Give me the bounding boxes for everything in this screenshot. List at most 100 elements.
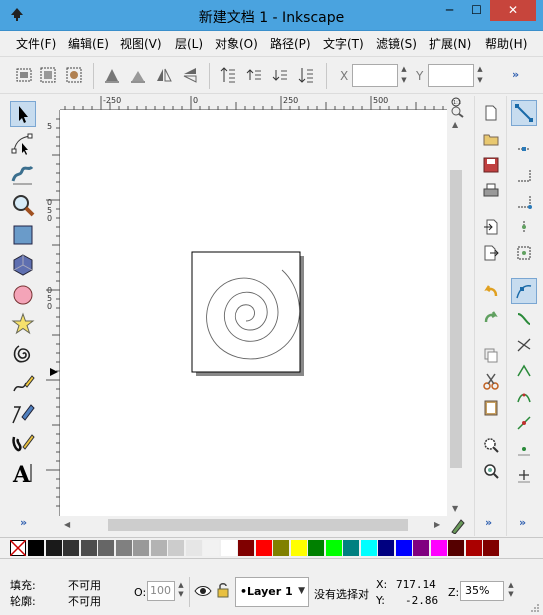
color-swatch[interactable]	[238, 540, 254, 556]
opacity-spinner[interactable]: ▲ ▼	[175, 581, 187, 601]
tweak-tool-button[interactable]	[10, 161, 36, 187]
toolbox-more-button[interactable]: »	[20, 516, 27, 529]
undo-icon[interactable]	[482, 282, 500, 300]
eye-visibility-icon[interactable]	[194, 584, 212, 598]
color-swatch[interactable]	[220, 540, 237, 556]
color-swatch[interactable]	[290, 540, 307, 556]
calligraphy-tool-button[interactable]	[10, 431, 36, 457]
copy-icon[interactable]	[482, 346, 500, 364]
zoom-input[interactable]: 35%	[460, 581, 504, 601]
flip-horizontal-icon[interactable]	[154, 65, 174, 85]
menu-file[interactable]: 文件(F)	[16, 35, 56, 52]
snap-cusp-icon[interactable]	[515, 362, 533, 380]
raise-to-top-icon[interactable]	[218, 65, 238, 85]
color-swatch[interactable]	[395, 540, 412, 556]
snap-intersection-icon[interactable]	[515, 336, 533, 354]
close-button[interactable]: ✕	[490, 0, 536, 21]
y-input[interactable]	[428, 64, 474, 87]
cut-icon[interactable]	[482, 372, 500, 390]
snap-nodes-button[interactable]	[511, 278, 537, 304]
snap-bbox-midpoint-icon[interactable]	[515, 218, 533, 236]
menu-edit[interactable]: 编辑(E)	[68, 35, 109, 52]
star-tool-button[interactable]	[10, 311, 36, 337]
select-all-layers-icon[interactable]	[38, 65, 58, 85]
snap-paths-icon[interactable]	[515, 310, 533, 328]
horizontal-scroll-thumb[interactable]	[108, 519, 408, 531]
resize-grip-icon[interactable]	[530, 603, 540, 613]
scroll-up-arrow[interactable]: ▲	[452, 120, 458, 129]
rotate-cw-icon[interactable]	[128, 65, 148, 85]
color-swatch[interactable]	[45, 540, 62, 556]
color-swatch[interactable]	[273, 540, 289, 556]
snap-bbox-icon[interactable]	[515, 140, 533, 158]
snap-object-center-icon[interactable]	[515, 440, 533, 458]
scroll-left-arrow[interactable]: ◀	[64, 520, 70, 529]
zoom-tool-button[interactable]	[10, 193, 36, 219]
menu-text[interactable]: 文字(T)	[323, 35, 364, 52]
minimize-button[interactable]: ─	[436, 0, 463, 21]
commands-more-button[interactable]: »	[485, 516, 492, 529]
zoom-corner-button[interactable]: 1:1	[447, 96, 465, 118]
toolbar-more-button[interactable]: »	[512, 68, 519, 81]
zoom-selection-icon[interactable]	[482, 436, 500, 454]
flip-vertical-icon[interactable]	[180, 65, 200, 85]
snap-smooth-icon[interactable]	[515, 388, 533, 406]
zoom-drawing-icon[interactable]	[482, 462, 500, 480]
vertical-scroll-thumb[interactable]	[450, 170, 462, 468]
color-swatch[interactable]	[465, 540, 482, 556]
snap-midpoint-icon[interactable]	[515, 414, 533, 432]
color-swatch[interactable]	[430, 540, 447, 556]
snap-bbox-corner-icon[interactable]	[515, 192, 533, 210]
snap-bbox-edge-icon[interactable]	[515, 166, 533, 184]
fill-value[interactable]: 不可用	[68, 577, 101, 593]
import-icon[interactable]	[482, 218, 500, 236]
pen-tool-button[interactable]	[10, 401, 36, 427]
x-spinner[interactable]: ▲ ▼	[398, 64, 410, 87]
pencil-tool-button[interactable]	[10, 371, 36, 397]
maximize-button[interactable]: ☐	[463, 0, 490, 21]
pen-corner-icon[interactable]	[449, 518, 465, 534]
menu-extensions[interactable]: 扩展(N)	[429, 35, 471, 52]
color-swatch[interactable]	[80, 540, 97, 556]
rectangle-tool-button[interactable]	[10, 222, 36, 248]
horizontal-scrollbar[interactable]: ◀ ▶	[60, 516, 447, 534]
menu-object[interactable]: 对象(O)	[215, 35, 258, 52]
vertical-scrollbar[interactable]: ▲ ▼	[447, 118, 465, 516]
color-swatch[interactable]	[360, 540, 377, 556]
color-swatch[interactable]	[378, 540, 394, 556]
selector-tool-button[interactable]	[10, 101, 36, 127]
new-document-icon[interactable]	[482, 104, 500, 122]
deselect-icon[interactable]	[64, 65, 84, 85]
rotate-ccw-icon[interactable]	[102, 65, 122, 85]
3d-box-tool-button[interactable]	[10, 252, 36, 278]
menu-view[interactable]: 视图(V)	[120, 35, 162, 52]
zoom-spinner[interactable]: ▲ ▼	[505, 581, 517, 601]
print-icon[interactable]	[482, 182, 500, 200]
lower-to-bottom-icon[interactable]	[296, 65, 316, 85]
menu-filters[interactable]: 滤镜(S)	[376, 35, 417, 52]
color-swatch[interactable]	[28, 540, 44, 556]
lower-icon[interactable]	[270, 65, 290, 85]
menu-help[interactable]: 帮助(H)	[485, 35, 527, 52]
color-swatch[interactable]	[413, 540, 429, 556]
color-swatch[interactable]	[150, 540, 167, 556]
snap-more-button[interactable]: »	[519, 516, 526, 529]
paste-icon[interactable]	[482, 398, 500, 416]
x-input[interactable]	[352, 64, 398, 87]
opacity-input[interactable]: 100	[147, 581, 175, 601]
spiral-tool-button[interactable]	[10, 341, 36, 367]
color-swatch[interactable]	[133, 540, 149, 556]
select-all-icon[interactable]	[14, 65, 34, 85]
color-swatch[interactable]	[203, 540, 219, 556]
raise-icon[interactable]	[244, 65, 264, 85]
stroke-value[interactable]: 不可用	[68, 593, 101, 609]
color-swatch[interactable]	[255, 540, 272, 556]
ellipse-tool-button[interactable]	[10, 282, 36, 308]
color-swatch[interactable]	[483, 540, 499, 556]
color-swatch[interactable]	[63, 540, 79, 556]
lock-icon[interactable]	[216, 582, 230, 598]
color-swatch[interactable]	[325, 540, 342, 556]
snap-bbox-center-icon[interactable]	[515, 244, 533, 262]
export-icon[interactable]	[482, 244, 500, 262]
color-swatch[interactable]	[115, 540, 132, 556]
